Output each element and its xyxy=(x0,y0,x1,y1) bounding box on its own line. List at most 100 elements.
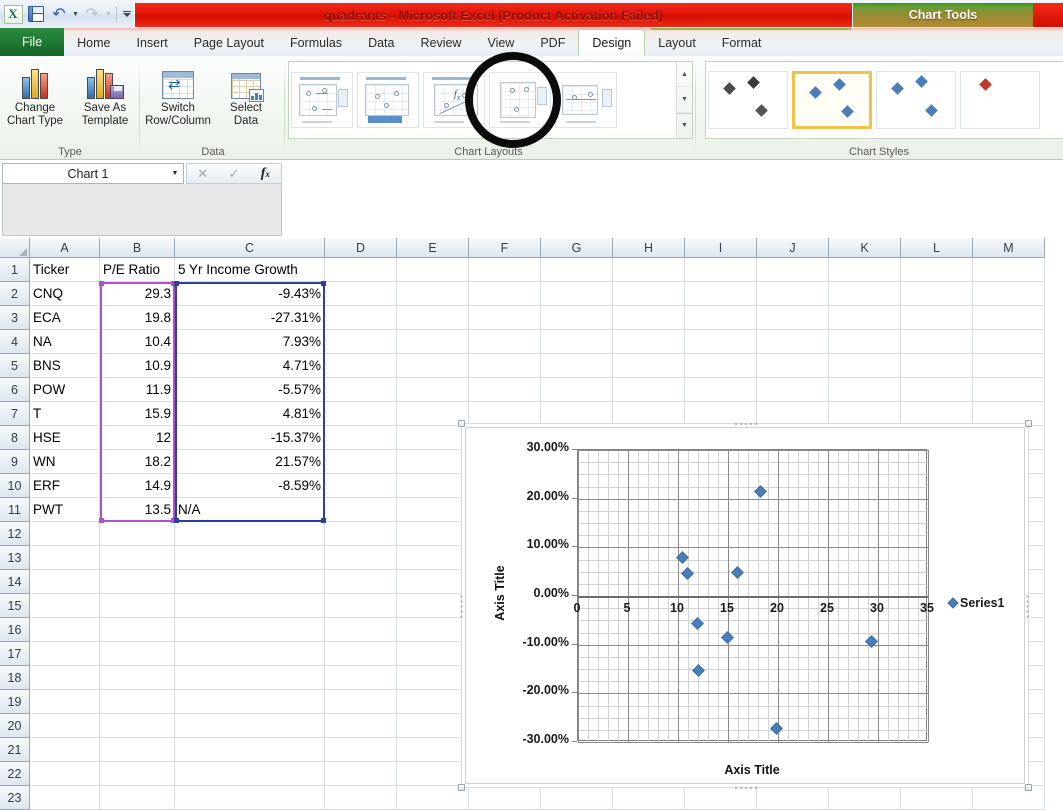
chart-layouts-gallery[interactable]: fx ▲ ▼ ▼ xyxy=(288,61,693,139)
column-header-K[interactable]: K xyxy=(829,238,901,258)
cell-B8[interactable]: 12 xyxy=(100,426,175,450)
chart-legend[interactable]: Series1 xyxy=(947,596,1004,610)
cell-A8[interactable]: HSE xyxy=(30,426,100,450)
row-header-4[interactable]: 4 xyxy=(0,330,30,354)
customize-qat-icon[interactable] xyxy=(120,4,134,24)
cell-B4[interactable]: 10.4 xyxy=(100,330,175,354)
cell-B6[interactable]: 11.9 xyxy=(100,378,175,402)
column-header-F[interactable]: F xyxy=(469,238,541,258)
tab-data[interactable]: Data xyxy=(355,30,407,56)
cell-C5[interactable]: 4.71% xyxy=(175,354,325,378)
row-header-2[interactable]: 2 xyxy=(0,282,30,306)
cell-A6[interactable]: POW xyxy=(30,378,100,402)
row-header-13[interactable]: 13 xyxy=(0,546,30,570)
cell-B1[interactable]: P/E Ratio xyxy=(100,258,175,282)
chart-layout-thumbnail-5[interactable] xyxy=(555,72,617,128)
row-header-21[interactable]: 21 xyxy=(0,738,30,762)
chart-handle-nw[interactable] xyxy=(458,420,465,427)
tab-home[interactable]: Home xyxy=(64,30,123,56)
chart-layout-thumbnail-3[interactable]: fx xyxy=(423,72,485,128)
column-header-G[interactable]: G xyxy=(541,238,613,258)
tab-file[interactable]: File xyxy=(0,28,65,56)
chart-style-thumbnail-1[interactable] xyxy=(708,71,788,129)
tab-pdf[interactable]: PDF xyxy=(527,30,578,56)
chart-layout-thumbnail-1[interactable] xyxy=(291,72,353,128)
row-header-12[interactable]: 12 xyxy=(0,522,30,546)
column-header-H[interactable]: H xyxy=(613,238,685,258)
row-header-5[interactable]: 5 xyxy=(0,354,30,378)
cell-C3[interactable]: -27.31% xyxy=(175,306,325,330)
select-data-button[interactable]: Select Data xyxy=(215,59,277,128)
column-header-E[interactable]: E xyxy=(397,238,469,258)
insert-function-icon[interactable]: fx xyxy=(250,163,281,184)
chevron-down-icon[interactable]: ▼ xyxy=(167,164,183,183)
row-header-20[interactable]: 20 xyxy=(0,714,30,738)
cell-A5[interactable]: BNS xyxy=(30,354,100,378)
row-header-6[interactable]: 6 xyxy=(0,378,30,402)
chart-handle-e[interactable] xyxy=(1026,595,1031,618)
chart-handle-sw[interactable] xyxy=(458,784,465,791)
row-header-3[interactable]: 3 xyxy=(0,306,30,330)
cancel-formula-icon[interactable]: ✕ xyxy=(187,163,218,184)
column-header-J[interactable]: J xyxy=(757,238,829,258)
chart-handle-se[interactable] xyxy=(1025,784,1032,791)
formula-input[interactable] xyxy=(2,184,282,236)
switch-row-column-button[interactable]: ⇄ Switch Row/Column xyxy=(141,59,215,128)
column-header-D[interactable]: D xyxy=(325,238,397,258)
chart-layout-thumbnail-4[interactable] xyxy=(489,72,551,128)
change-chart-type-button[interactable]: Change Chart Type xyxy=(0,59,70,128)
chart-handle-ne[interactable] xyxy=(1025,420,1032,427)
scatter-point[interactable] xyxy=(680,566,694,580)
row-header-19[interactable]: 19 xyxy=(0,690,30,714)
cell-A4[interactable]: NA xyxy=(30,330,100,354)
cell-B5[interactable]: 10.9 xyxy=(100,354,175,378)
save-as-template-button[interactable]: Save As Template xyxy=(70,59,140,128)
chart-object[interactable]: 30.00% 20.00% 10.00% 0.00% -10.00% -20.00% -30… xyxy=(458,420,1032,791)
gallery-more-icon[interactable]: ▼ xyxy=(677,112,692,138)
cell-A2[interactable]: CNQ xyxy=(30,282,100,306)
undo-icon[interactable]: ↶ xyxy=(48,3,70,25)
chart-style-thumbnail-4[interactable] xyxy=(960,71,1040,129)
chart-handle-n[interactable] xyxy=(735,421,757,426)
x-axis-title[interactable]: Axis Title xyxy=(577,763,927,777)
cell-A9[interactable]: WN xyxy=(30,450,100,474)
cell-C9[interactable]: 21.57% xyxy=(175,450,325,474)
y-axis-title[interactable]: Axis Title xyxy=(493,553,507,633)
column-header-L[interactable]: L xyxy=(901,238,973,258)
cell-C2[interactable]: -9.43% xyxy=(175,282,325,306)
row-header-17[interactable]: 17 xyxy=(0,642,30,666)
chart-handle-w[interactable] xyxy=(460,595,465,618)
row-header-23[interactable]: 23 xyxy=(0,786,30,810)
cell-B2[interactable]: 29.3 xyxy=(100,282,175,306)
scatter-point[interactable] xyxy=(690,616,704,630)
cell-B10[interactable]: 14.9 xyxy=(100,474,175,498)
tab-format[interactable]: Format xyxy=(709,30,775,56)
row-header-11[interactable]: 11 xyxy=(0,498,30,522)
row-header-9[interactable]: 9 xyxy=(0,450,30,474)
column-header-A[interactable]: A xyxy=(30,238,100,258)
chart-plot-area[interactable] xyxy=(577,449,929,743)
row-header-1[interactable]: 1 xyxy=(0,258,30,282)
row-header-15[interactable]: 15 xyxy=(0,594,30,618)
column-header-I[interactable]: I xyxy=(685,238,757,258)
cell-A1[interactable]: Ticker xyxy=(30,258,100,282)
column-header-B[interactable]: B xyxy=(100,238,175,258)
chart-style-thumbnail-3[interactable] xyxy=(876,71,956,129)
cell-C8[interactable]: -15.37% xyxy=(175,426,325,450)
row-header-16[interactable]: 16 xyxy=(0,618,30,642)
cell-A11[interactable]: PWT xyxy=(30,498,100,522)
chart-layouts-scrollbar[interactable]: ▲ ▼ ▼ xyxy=(676,62,692,138)
name-box[interactable]: Chart 1 ▼ xyxy=(2,163,184,184)
cell-A10[interactable]: ERF xyxy=(30,474,100,498)
cell-B9[interactable]: 18.2 xyxy=(100,450,175,474)
cell-C6[interactable]: -5.57% xyxy=(175,378,325,402)
cell-C1[interactable]: 5 Yr Income Growth xyxy=(175,258,325,282)
scatter-point[interactable] xyxy=(769,722,783,736)
cell-B7[interactable]: 15.9 xyxy=(100,402,175,426)
tab-insert[interactable]: Insert xyxy=(124,30,181,56)
chart-handle-s[interactable] xyxy=(735,785,757,790)
row-header-7[interactable]: 7 xyxy=(0,402,30,426)
cell-B11[interactable]: 13.5 xyxy=(100,498,175,522)
scatter-point[interactable] xyxy=(691,664,705,678)
cell-C11[interactable]: N/A xyxy=(175,498,325,522)
